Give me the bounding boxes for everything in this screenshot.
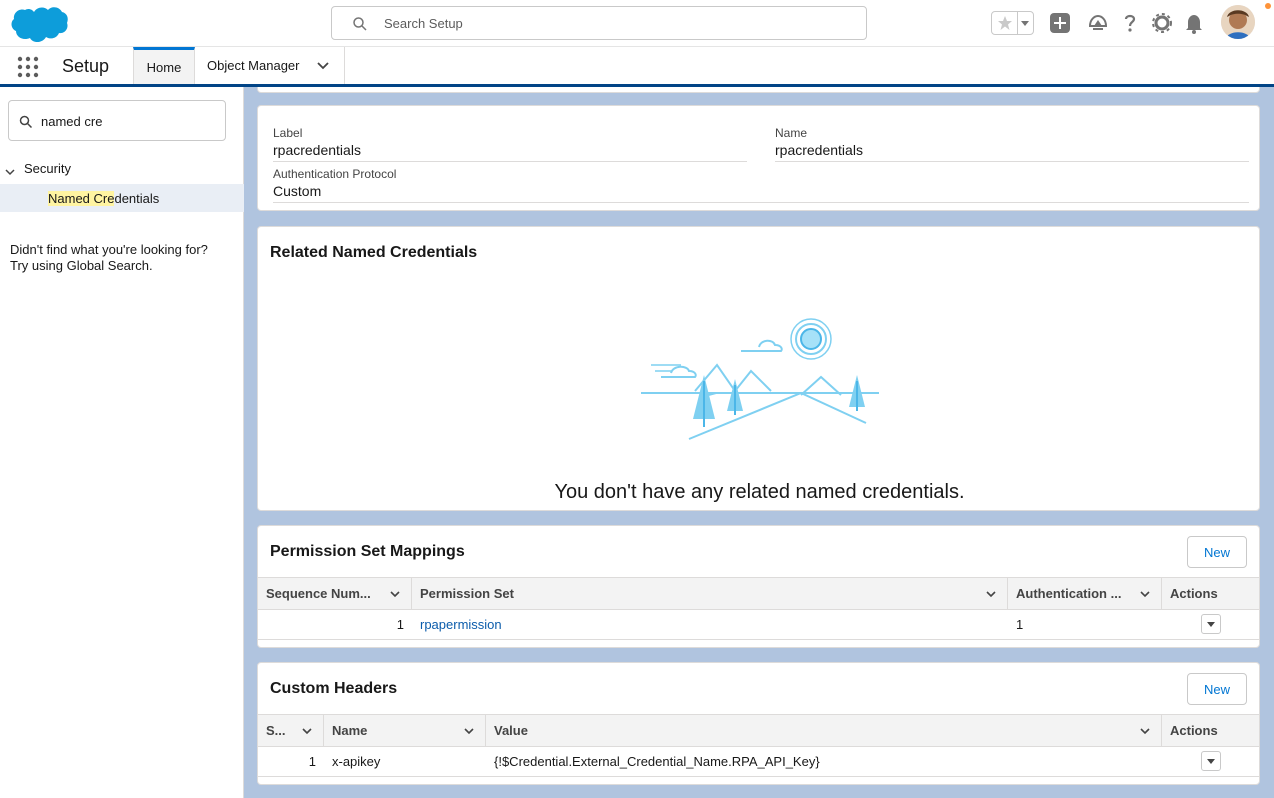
chevron-down-icon[interactable] [463, 725, 475, 737]
not-found-line-1: Didn't find what you're looking for? [10, 242, 208, 257]
app-name: Setup [62, 56, 110, 76]
setup-sidebar: named cre Security Named Credentials Did… [0, 87, 244, 798]
empty-state-illustration [641, 315, 881, 455]
global-header: Search Setup [0, 0, 1274, 47]
tab-object-manager-label: Object Manager [207, 58, 300, 73]
label-field-value: rpacredentials [273, 142, 747, 162]
label-field: Label rpacredentials [273, 126, 747, 162]
related-card-title: Related Named Credentials [270, 244, 478, 261]
column-header[interactable]: Authentication ... [1008, 578, 1162, 609]
trailhead-icon[interactable] [1087, 12, 1109, 34]
permission-set-link[interactable]: rpapermission [412, 610, 1008, 639]
permission-card-title: Permission Set Mappings [270, 543, 465, 560]
quick-find-value: named cre [41, 114, 103, 129]
related-named-credentials-card: Related Named Credentials You don't have… [257, 226, 1260, 511]
sidebar-item-label: Named Credentials [48, 191, 159, 206]
column-header[interactable]: Permission Set [412, 578, 1008, 609]
column-header[interactable]: Name [324, 715, 486, 746]
column-header[interactable]: Sequence Num... [258, 578, 412, 609]
chevron-down-icon[interactable] [1139, 725, 1151, 737]
sequence-cell: 1 [308, 754, 316, 769]
custom-headers-title: Custom Headers [270, 680, 398, 697]
authentication-cell: 1 [1016, 617, 1024, 632]
header-card [257, 87, 1260, 93]
table-header: S... Name Value Actions [258, 714, 1259, 747]
tab-home[interactable]: Home [133, 47, 195, 84]
column-header: Actions [1162, 715, 1259, 746]
column-header[interactable]: S... [258, 715, 324, 746]
column-header-label: Value [494, 723, 528, 738]
notification-dot [1265, 3, 1271, 9]
search-match-highlight: Named Cre [48, 191, 115, 206]
star-icon[interactable] [992, 12, 1018, 34]
empty-state-message: You don't have any related named credent… [554, 481, 965, 503]
gear-icon[interactable] [1151, 12, 1173, 34]
main-content: Label rpacredentials Name rpacredentials… [244, 87, 1274, 798]
name-field-value: rpacredentials [775, 142, 1249, 162]
favorites-button[interactable] [991, 11, 1034, 35]
new-permission-mapping-button[interactable]: New [1187, 536, 1247, 568]
bell-icon[interactable] [1183, 12, 1205, 34]
column-header-label: Name [332, 723, 368, 738]
chevron-down-icon[interactable] [1139, 588, 1151, 600]
new-custom-header-button[interactable]: New [1187, 673, 1247, 705]
table-header: Sequence Num... Permission Set Authentic… [258, 577, 1259, 610]
chevron-down-icon[interactable] [5, 165, 15, 176]
row-actions-menu[interactable] [1201, 751, 1221, 771]
column-header: Actions [1162, 578, 1259, 609]
sequence-cell: 1 [396, 617, 404, 632]
help-icon[interactable] [1119, 12, 1141, 34]
search-placeholder: Search Setup [384, 16, 463, 31]
column-header-label: Authentication ... [1016, 586, 1122, 601]
setup-search-box[interactable]: Search Setup [331, 6, 867, 40]
app-nav-bar: Setup Home Object Manager [0, 47, 1274, 87]
auth-protocol-title: Authentication Protocol [273, 167, 397, 181]
label-field-title: Label [273, 126, 303, 140]
column-header[interactable]: Value [486, 715, 1162, 746]
tree-section-label: Security [24, 161, 71, 176]
plus-icon[interactable] [1049, 12, 1071, 34]
row-actions-menu[interactable] [1201, 614, 1221, 634]
search-icon [352, 16, 368, 32]
name-field-title: Name [775, 126, 808, 140]
header-name-cell: x-apikey [332, 754, 381, 769]
table-row: 1 x-apikey {!$Credential.External_Creden… [258, 747, 1259, 777]
avatar[interactable] [1221, 5, 1255, 39]
chevron-down-icon[interactable] [301, 725, 313, 737]
column-header-label: S... [266, 723, 286, 738]
not-found-message: Didn't find what you're looking for? Try… [10, 242, 240, 274]
auth-protocol-value: Custom [273, 183, 1249, 203]
quick-find-input[interactable]: named cre [8, 100, 226, 141]
tab-object-manager[interactable]: Object Manager [195, 47, 345, 84]
header-value-cell: {!$Credential.External_Credential_Name.R… [494, 754, 820, 769]
chevron-down-icon[interactable] [316, 59, 330, 73]
tree-section-security[interactable]: Security [0, 159, 244, 181]
not-found-line-2: Try using Global Search. [10, 258, 153, 273]
chevron-down-icon[interactable] [985, 588, 997, 600]
tab-home-label: Home [146, 59, 182, 75]
salesforce-logo[interactable] [9, 4, 69, 44]
name-field: Name rpacredentials [775, 126, 1249, 162]
column-header-label: Actions [1170, 723, 1218, 738]
chevron-down-icon[interactable] [1017, 12, 1033, 34]
detail-card: Label rpacredentials Name rpacredentials… [257, 105, 1260, 211]
custom-headers-card: Custom Headers New S... Name Value Actio… [257, 662, 1260, 785]
auth-protocol-field: Authentication Protocol Custom [273, 167, 1249, 203]
sidebar-item-named-credentials[interactable]: Named Credentials [0, 184, 244, 212]
search-icon [19, 115, 33, 129]
column-header-label: Permission Set [420, 586, 514, 601]
permission-set-mappings-card: Permission Set Mappings New Sequence Num… [257, 525, 1260, 648]
chevron-down-icon[interactable] [389, 588, 401, 600]
app-launcher-icon[interactable] [17, 56, 39, 78]
column-header-label: Actions [1170, 586, 1218, 601]
sidebar-item-label-rest: dentials [114, 191, 160, 206]
table-row: 1 rpapermission 1 [258, 610, 1259, 640]
column-header-label: Sequence Num... [266, 586, 371, 601]
